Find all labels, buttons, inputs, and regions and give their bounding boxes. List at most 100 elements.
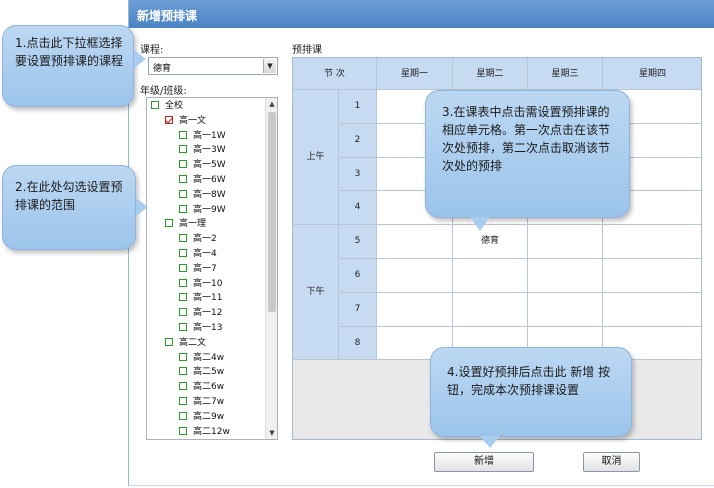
tree-checkbox[interactable] <box>179 382 187 391</box>
tree-item[interactable]: 高一8W <box>179 188 226 203</box>
tree-checkbox[interactable] <box>179 308 187 317</box>
tree-item[interactable]: 高一11 <box>179 291 222 306</box>
tree-item[interactable]: 高二7w <box>179 395 224 410</box>
tree-item[interactable]: 高二文 <box>165 336 206 351</box>
tree-item[interactable]: 高一10 <box>179 277 222 292</box>
course-select[interactable]: 德育 ▼ <box>148 57 278 75</box>
callout-range-pointer <box>136 198 148 216</box>
tree-checkbox[interactable] <box>179 367 187 376</box>
tree-item[interactable]: 高一文 <box>165 114 206 129</box>
schedule-cell[interactable] <box>453 259 528 293</box>
tree-item-label: 高一13 <box>193 323 223 333</box>
tree-item[interactable]: 高一5W <box>179 158 226 173</box>
period-number: 2 <box>339 123 377 158</box>
scrollbar-thumb[interactable] <box>268 112 276 312</box>
class-tree[interactable]: ▲ ▼ 全校 高一文 高一1W 高一3W 高一5W 高一6W 高一8W 高一9W 高一理 高一2 高… <box>146 97 278 440</box>
tree-checkbox[interactable] <box>179 204 187 213</box>
tree-item[interactable]: 高二5w <box>179 365 224 380</box>
tree-item[interactable]: 高一1W <box>179 129 226 144</box>
tree-item-label: 高一12 <box>193 308 223 319</box>
tree-item-label: 高二12w <box>193 426 230 437</box>
callout-course-text: 1.点击此下拉框选择要设置预排课的课程 <box>15 36 124 68</box>
period-header: 节 次 <box>293 58 377 90</box>
tree-item[interactable]: 高一7 <box>179 262 217 277</box>
tree-checkbox[interactable] <box>179 145 187 154</box>
tree-checkbox[interactable] <box>179 293 187 302</box>
chevron-down-icon[interactable]: ▼ <box>263 59 276 73</box>
period-number: 6 <box>339 259 377 293</box>
cancel-button[interactable]: 取消 <box>583 452 640 472</box>
grade-label: 年级/班级: <box>140 86 187 97</box>
schedule-cell[interactable] <box>377 292 453 327</box>
tree-item-label: 高一8W <box>193 189 226 200</box>
tree-item[interactable]: 高一12 <box>179 306 222 321</box>
tree-item[interactable]: 高一13 <box>179 321 222 336</box>
tree-checkbox[interactable] <box>165 115 173 124</box>
tree-item-label: 高一7 <box>193 263 217 274</box>
tree-checkbox[interactable] <box>151 101 159 109</box>
tree-checkbox[interactable] <box>179 160 187 169</box>
day-header: 星期二 <box>453 58 528 90</box>
tree-item-label: 高二6w <box>193 382 225 393</box>
tree-checkbox[interactable] <box>179 263 187 272</box>
schedule-cell[interactable] <box>377 259 453 293</box>
period-number: 5 <box>339 225 377 259</box>
schedule-cell[interactable]: 德育 <box>453 225 528 259</box>
add-button[interactable]: 新增 <box>434 452 534 472</box>
dialog-title: 新增预排课 <box>129 0 714 28</box>
tree-checkbox[interactable] <box>179 130 187 139</box>
tree-item-label: 高二9w <box>193 411 225 422</box>
tree-checkbox[interactable] <box>165 219 173 228</box>
day-header: 星期一 <box>377 58 453 90</box>
tree-checkbox[interactable] <box>179 175 187 183</box>
tree-checkbox[interactable] <box>179 323 187 331</box>
tree-checkbox[interactable] <box>165 337 173 346</box>
schedule-cell[interactable] <box>603 225 701 259</box>
tree-item-label: 高二7w <box>193 397 225 407</box>
course-select-value: 德育 <box>153 64 172 74</box>
tree-item[interactable]: 高一3W <box>179 143 226 158</box>
tree-item[interactable]: 高一理 <box>165 217 206 232</box>
tree-item[interactable]: 高二4w <box>179 351 224 366</box>
tree-item[interactable]: 高一6W <box>179 173 226 188</box>
callout-course: 1.点击此下拉框选择要设置预排课的课程 <box>2 25 134 107</box>
tree-item-label: 全校 <box>165 101 184 111</box>
tree-item-label: 高二5w <box>193 367 225 378</box>
callout-grid-text: 3.在课表中点击需设置预排课的相应单元格。第一次点击在该节次处预排，第二次点击取… <box>442 105 611 173</box>
schedule-cell[interactable] <box>453 292 528 327</box>
schedule-cell[interactable] <box>603 293 701 327</box>
schedule-cell[interactable] <box>528 225 603 259</box>
tree-item[interactable]: 全校 <box>151 99 183 114</box>
tree-item-label: 高二4w <box>193 352 225 363</box>
tree-checkbox[interactable] <box>179 426 187 435</box>
tree-item-label: 高一理 <box>179 219 207 230</box>
tree-checkbox[interactable] <box>179 352 187 361</box>
tree-item[interactable]: 高二12w <box>179 425 230 439</box>
callout-range-text: 2.在此处勾选设置预排课的范围 <box>15 180 123 212</box>
day-header: 星期三 <box>528 58 603 90</box>
tree-scrollbar[interactable]: ▲ ▼ <box>265 98 277 439</box>
schedule-cell[interactable] <box>528 259 603 293</box>
tree-checkbox[interactable] <box>179 249 187 257</box>
tree-item[interactable]: 高一4 <box>179 247 217 262</box>
tree-checkbox[interactable] <box>179 278 187 287</box>
tree-item-label: 高一9W <box>193 204 226 215</box>
tree-item-label: 高一5W <box>193 160 226 171</box>
tree-item[interactable]: 高二9w <box>179 410 224 425</box>
tree-item[interactable]: 高一2 <box>179 232 217 247</box>
tree-checkbox[interactable] <box>179 189 187 198</box>
tree-checkbox[interactable] <box>179 397 187 405</box>
schedule-cell[interactable] <box>377 225 453 259</box>
scroll-up-icon[interactable]: ▲ <box>266 98 277 110</box>
screen: 新增预排课 课程: 德育 ▼ 年级/班级: 预排课 ▲ ▼ 全校 高一文 高一1W 高… <box>0 0 714 488</box>
tree-item[interactable]: 高二6w <box>179 380 224 395</box>
tree-checkbox[interactable] <box>179 234 187 243</box>
schedule-cell[interactable] <box>603 259 701 293</box>
schedule-cell[interactable] <box>528 292 603 327</box>
period-number: 7 <box>339 292 377 327</box>
scroll-down-icon[interactable]: ▼ <box>266 427 277 439</box>
period-number: 1 <box>339 90 377 124</box>
tree-item-label: 高一1W <box>193 130 226 141</box>
tree-item[interactable]: 高一9W <box>179 203 226 218</box>
tree-checkbox[interactable] <box>179 411 187 420</box>
